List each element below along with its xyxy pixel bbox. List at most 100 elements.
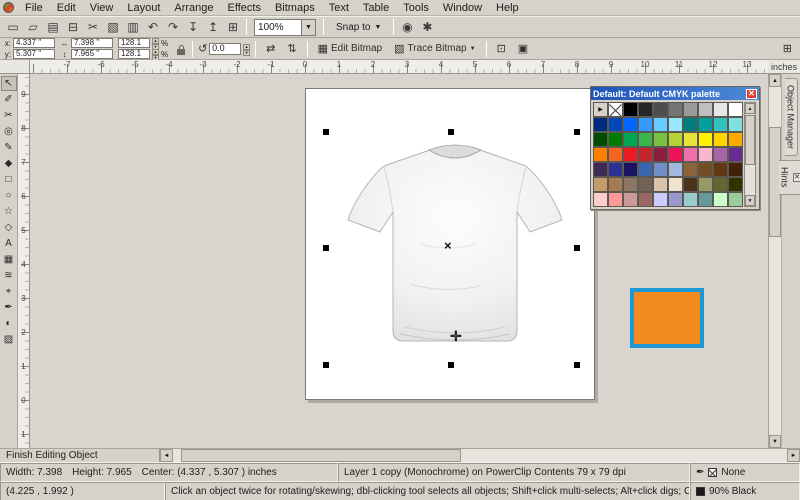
vertical-ruler[interactable]: 98765432101 (18, 74, 30, 448)
color-swatch[interactable] (608, 177, 623, 192)
scroll-up-icon[interactable]: ▲ (769, 74, 781, 87)
horizontal-scrollbar[interactable] (173, 449, 787, 462)
menu-view[interactable]: View (83, 1, 121, 15)
color-swatch[interactable] (728, 177, 743, 192)
selection-handle[interactable] (323, 129, 329, 135)
save-icon-button[interactable]: ▤ (43, 18, 63, 36)
color-swatch[interactable] (728, 117, 743, 132)
color-swatch[interactable] (653, 102, 668, 117)
welcome-screen-icon-button[interactable]: ◉ (397, 18, 417, 36)
ruler-origin-corner[interactable] (0, 60, 30, 74)
selection-handle[interactable] (574, 245, 580, 251)
color-swatch[interactable] (683, 117, 698, 132)
color-swatch[interactable] (608, 117, 623, 132)
fill-tool[interactable]: ◐ (1, 316, 17, 331)
basic-shapes-tool[interactable]: ◇ (1, 220, 17, 235)
bitmap-mode-button[interactable]: ▣ (513, 40, 533, 58)
rectangle-tool[interactable]: □ (1, 172, 17, 187)
color-swatch[interactable] (668, 132, 683, 147)
color-swatch[interactable] (683, 147, 698, 162)
color-swatch[interactable] (593, 192, 608, 207)
pick-tool[interactable]: ↖ (1, 76, 17, 91)
color-swatch[interactable] (623, 162, 638, 177)
rectangle-object[interactable] (630, 288, 704, 348)
color-swatch[interactable] (623, 102, 638, 117)
color-swatch[interactable] (713, 102, 728, 117)
paste-icon-button[interactable]: ▥ (123, 18, 143, 36)
color-swatch[interactable] (698, 102, 713, 117)
color-swatch[interactable] (728, 162, 743, 177)
color-swatch[interactable] (683, 162, 698, 177)
color-swatch[interactable] (638, 192, 653, 207)
color-swatch[interactable] (653, 132, 668, 147)
selection-handle[interactable] (574, 362, 580, 368)
scrollbar-thumb[interactable] (181, 449, 461, 462)
color-swatch[interactable] (608, 192, 623, 207)
color-swatch[interactable] (653, 177, 668, 192)
application-launcher-icon-button[interactable]: ⊞ (223, 18, 243, 36)
selection-handle[interactable] (448, 362, 454, 368)
color-swatch[interactable] (653, 192, 668, 207)
color-swatch[interactable] (668, 177, 683, 192)
color-swatch[interactable] (638, 162, 653, 177)
menu-bitmaps[interactable]: Bitmaps (268, 1, 322, 15)
color-swatch[interactable] (728, 192, 743, 207)
tab-object-manager[interactable]: Object Manager (785, 78, 798, 156)
no-color-swatch[interactable] (608, 102, 623, 117)
trace-bitmap-button[interactable]: ▧ Trace Bitmap ▼ (389, 40, 480, 58)
menu-text[interactable]: Text (322, 1, 356, 15)
menu-window[interactable]: Window (436, 1, 489, 15)
menu-layout[interactable]: Layout (120, 1, 167, 15)
color-swatch[interactable] (623, 192, 638, 207)
menu-help[interactable]: Help (489, 1, 526, 15)
color-swatch[interactable] (698, 147, 713, 162)
color-swatch[interactable] (698, 117, 713, 132)
close-icon[interactable]: ✕ (746, 89, 757, 99)
color-swatch[interactable] (593, 177, 608, 192)
drawing-window[interactable]: × ✛ Default: Default CMYK palette ✕ ▶ ▲ … (30, 74, 768, 448)
color-swatch[interactable] (653, 117, 668, 132)
color-swatch[interactable] (713, 147, 728, 162)
rotation-angle-input[interactable]: 0.0 (209, 43, 241, 55)
color-swatch[interactable] (698, 192, 713, 207)
options-icon-button[interactable]: ✱ (417, 18, 437, 36)
eyedropper-tool[interactable]: ⌖ (1, 284, 17, 299)
print-icon-button[interactable]: ⊟ (63, 18, 83, 36)
selection-handle[interactable] (574, 129, 580, 135)
color-swatch[interactable] (713, 192, 728, 207)
edit-bitmap-button[interactable]: ▦ Edit Bitmap (313, 40, 388, 58)
color-swatch[interactable] (608, 132, 623, 147)
cut-icon-button[interactable]: ✂ (83, 18, 103, 36)
snap-to-dropdown[interactable]: Snap to ▼ (330, 18, 387, 36)
color-swatch[interactable] (623, 147, 638, 162)
vertical-scrollbar[interactable]: ▲ ▼ (768, 74, 781, 448)
menu-arrange[interactable]: Arrange (167, 1, 220, 15)
polygon-tool[interactable]: ☆ (1, 204, 17, 219)
color-swatch[interactable] (728, 147, 743, 162)
color-swatch[interactable] (638, 117, 653, 132)
crop-tool[interactable]: ✂ (1, 108, 17, 123)
color-swatch[interactable] (698, 162, 713, 177)
color-swatch[interactable] (668, 147, 683, 162)
color-swatch[interactable] (623, 177, 638, 192)
redo-icon-button[interactable]: ↷ (163, 18, 183, 36)
outline-pen-tool[interactable]: ✒ (1, 300, 17, 315)
menu-table[interactable]: Table (356, 1, 396, 15)
color-swatch[interactable] (638, 132, 653, 147)
close-icon[interactable]: ✕ (793, 173, 800, 182)
ellipse-tool[interactable]: ○ (1, 188, 17, 203)
color-swatch[interactable] (713, 117, 728, 132)
scrollbar-thumb[interactable] (745, 115, 755, 165)
color-swatch[interactable] (668, 192, 683, 207)
tab-hints[interactable]: ✕ Hints (779, 160, 800, 195)
scale-horizontal-input[interactable]: 128.1 (118, 38, 150, 48)
wrap-text-button[interactable]: ⊞ (778, 40, 797, 58)
color-swatch[interactable] (668, 117, 683, 132)
color-swatch[interactable] (593, 162, 608, 177)
color-swatch[interactable] (728, 132, 743, 147)
chevron-down-icon[interactable]: ▼ (301, 20, 315, 35)
object-height-input[interactable]: 7.965 " (71, 49, 113, 59)
selection-center-marker[interactable]: × (444, 238, 452, 253)
export-icon-button[interactable]: ↥ (203, 18, 223, 36)
scroll-down-icon[interactable]: ▼ (769, 435, 781, 448)
